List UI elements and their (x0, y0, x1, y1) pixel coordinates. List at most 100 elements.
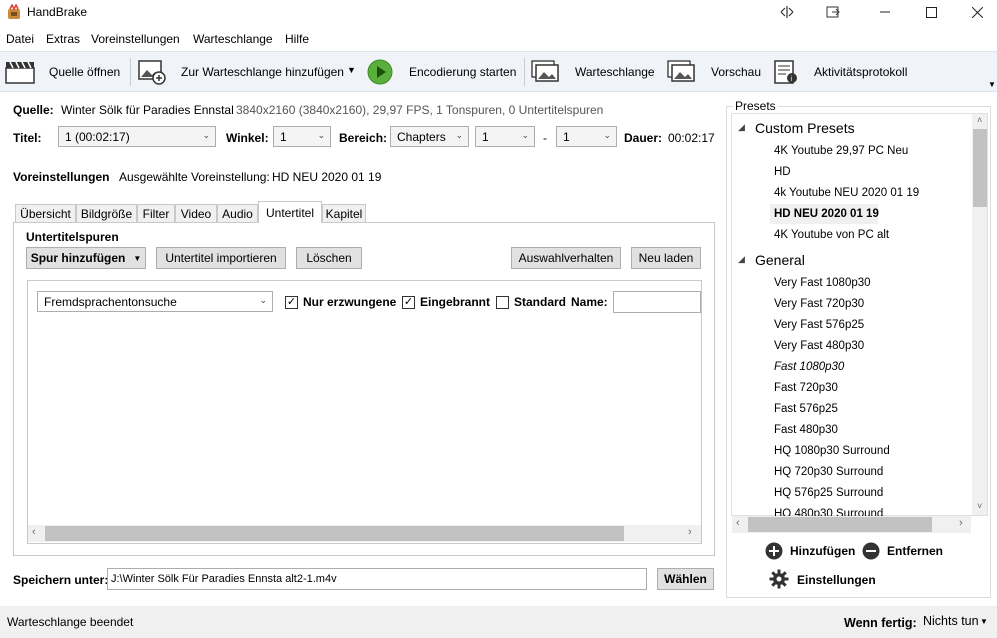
preset-item-selected[interactable]: HD NEU 2020 01 19 (774, 208, 879, 220)
preset-item[interactable]: Fast 1080p30 (774, 361, 844, 373)
scroll-left-icon[interactable]: ‹ (736, 517, 740, 529)
preset-item[interactable]: HD (774, 166, 791, 178)
choose-button[interactable]: Wählen (657, 568, 714, 590)
queue-button[interactable]: Warteschlange (528, 52, 658, 91)
tab-picture[interactable]: Bildgröße (76, 204, 137, 222)
title-bar: HandBrake (0, 0, 997, 24)
chevron-down-icon: ⌄ (202, 130, 210, 140)
burned-in-checkbox[interactable]: ✓ (402, 296, 415, 309)
preset-group-general[interactable]: General (755, 252, 805, 268)
default-checkbox[interactable] (496, 296, 509, 309)
forced-only-label: Nur erzwungene (303, 295, 397, 309)
menu-voreinstellungen[interactable]: Voreinstellungen (91, 32, 180, 46)
preset-settings-button[interactable]: Einstellungen (769, 569, 879, 589)
preset-item[interactable]: HQ 720p30 Surround (774, 466, 883, 478)
selected-preset-label: Ausgewählte Voreinstellung: (119, 170, 270, 184)
menu-warteschlange[interactable]: Warteschlange (193, 32, 273, 46)
window-title: HandBrake (27, 5, 88, 19)
track-list-hscrollbar[interactable]: ‹ › (28, 525, 701, 542)
range-type-select[interactable]: Chapters ⌄ (390, 126, 469, 147)
preset-item[interactable]: HQ 1080p30 Surround (774, 445, 890, 457)
preset-item[interactable]: HQ 480p30 Surround (774, 508, 883, 516)
default-label: Standard (514, 295, 567, 309)
angle-select[interactable]: 1 ⌄ (273, 126, 331, 147)
play-icon (367, 59, 393, 85)
scroll-right-icon[interactable]: › (688, 526, 692, 538)
add-track-button[interactable]: Spur hinzufügen ▼ (26, 247, 146, 269)
add-image-icon (138, 60, 166, 85)
scroll-left-icon[interactable]: ‹ (32, 526, 36, 538)
presets-hscrollbar[interactable]: ‹ › (732, 516, 971, 533)
title-select[interactable]: 1 (00:02:17) ⌄ (58, 126, 216, 147)
import-subtitles-button[interactable]: Untertitel importieren (156, 247, 286, 269)
preset-item[interactable]: Fast 480p30 (774, 424, 838, 436)
range-label: Bereich: (339, 131, 388, 145)
when-done-label: Wenn fertig: (844, 616, 917, 630)
preset-item-clip: HQ 480p30 Surround (770, 506, 970, 516)
preview-icon (667, 60, 695, 82)
menu-extras[interactable]: Extras (46, 32, 80, 46)
scroll-down-icon[interactable]: ˅ (977, 501, 982, 511)
subtitle-source-select[interactable]: Fremdsprachentonsuche ⌄ (37, 291, 273, 312)
scroll-right-icon[interactable]: › (959, 517, 963, 529)
track-name-label: Name: (571, 295, 608, 309)
preset-item[interactable]: Very Fast 480p30 (774, 340, 864, 352)
tab-chapters[interactable]: Kapitel (322, 204, 366, 222)
start-encode-button[interactable]: Encodierung starten (364, 52, 522, 91)
tab-filter[interactable]: Filter (137, 204, 175, 222)
selection-behavior-button[interactable]: Auswahlverhalten (511, 247, 621, 269)
presets-vscrollbar[interactable]: ˄ ˅ (972, 114, 987, 515)
preset-item[interactable]: Very Fast 576p25 (774, 319, 864, 331)
add-preset-button[interactable]: Hinzufügen (765, 541, 855, 561)
queue-icon (531, 60, 559, 82)
minimize-button[interactable] (862, 0, 908, 24)
chevron-down-icon: ⌄ (317, 130, 325, 140)
save-path-input[interactable] (107, 568, 647, 590)
open-source-button[interactable]: Quelle öffnen (0, 52, 128, 91)
close-button[interactable] (954, 0, 997, 24)
add-to-queue-button[interactable]: Zur Warteschlange hinzufügen ▼ (134, 52, 360, 91)
preset-item[interactable]: 4K Youtube 29,97 PC Neu (774, 145, 908, 157)
scroll-thumb[interactable] (973, 129, 987, 207)
reload-button[interactable]: Neu laden (631, 247, 701, 269)
app-logo-icon (6, 3, 22, 20)
log-icon: i (774, 60, 797, 84)
preset-item[interactable]: Very Fast 1080p30 (774, 277, 871, 289)
scroll-thumb[interactable] (748, 517, 932, 532)
preset-item[interactable]: Fast 720p30 (774, 382, 838, 394)
status-text: Warteschlange beendet (7, 615, 134, 629)
toggle-panel-icon[interactable] (764, 0, 810, 24)
maximize-button[interactable] (908, 0, 954, 24)
preset-item[interactable]: HQ 576p25 Surround (774, 487, 883, 499)
presets-panel-title: Presets (733, 99, 778, 113)
tab-video[interactable]: Video (175, 204, 217, 222)
tab-audio[interactable]: Audio (217, 204, 258, 222)
menu-datei[interactable]: Datei (6, 32, 34, 46)
preset-item[interactable]: 4K Youtube von PC alt (774, 229, 889, 241)
tab-subtitles[interactable]: Untertitel (258, 201, 322, 223)
forced-only-checkbox[interactable]: ✓ (285, 296, 298, 309)
save-as-label: Speichern unter: (13, 573, 109, 587)
when-done-select[interactable]: Nichts tun ▼ (923, 614, 993, 632)
scroll-up-icon[interactable]: ˄ (977, 115, 982, 125)
menu-hilfe[interactable]: Hilfe (285, 32, 309, 46)
popout-icon[interactable] (810, 0, 856, 24)
preview-button[interactable]: Vorschau (664, 52, 764, 91)
range-to-select[interactable]: 1 ⌄ (556, 126, 617, 147)
preset-item[interactable]: 4k Youtube NEU 2020 01 19 (774, 187, 919, 199)
remove-preset-button[interactable]: Entfernen (862, 541, 947, 561)
track-name-input[interactable] (613, 291, 701, 313)
activity-log-button[interactable]: i Aktivitätsprotokoll (770, 52, 920, 91)
delete-button[interactable]: Löschen (296, 247, 362, 269)
range-separator: - (543, 131, 547, 145)
preset-item[interactable]: Very Fast 720p30 (774, 298, 864, 310)
range-from-select[interactable]: 1 ⌄ (475, 126, 535, 147)
preset-item[interactable]: Fast 576p25 (774, 403, 838, 415)
scroll-thumb[interactable] (45, 526, 624, 541)
selected-preset-value: HD NEU 2020 01 19 (272, 170, 382, 184)
collapse-icon[interactable]: ◢ (738, 254, 745, 265)
tab-overview[interactable]: Übersicht (15, 204, 76, 222)
collapse-icon[interactable]: ◢ (738, 122, 745, 133)
preset-group-custom[interactable]: Custom Presets (755, 120, 855, 136)
toolbar-overflow-icon[interactable]: ▼ (988, 80, 996, 89)
